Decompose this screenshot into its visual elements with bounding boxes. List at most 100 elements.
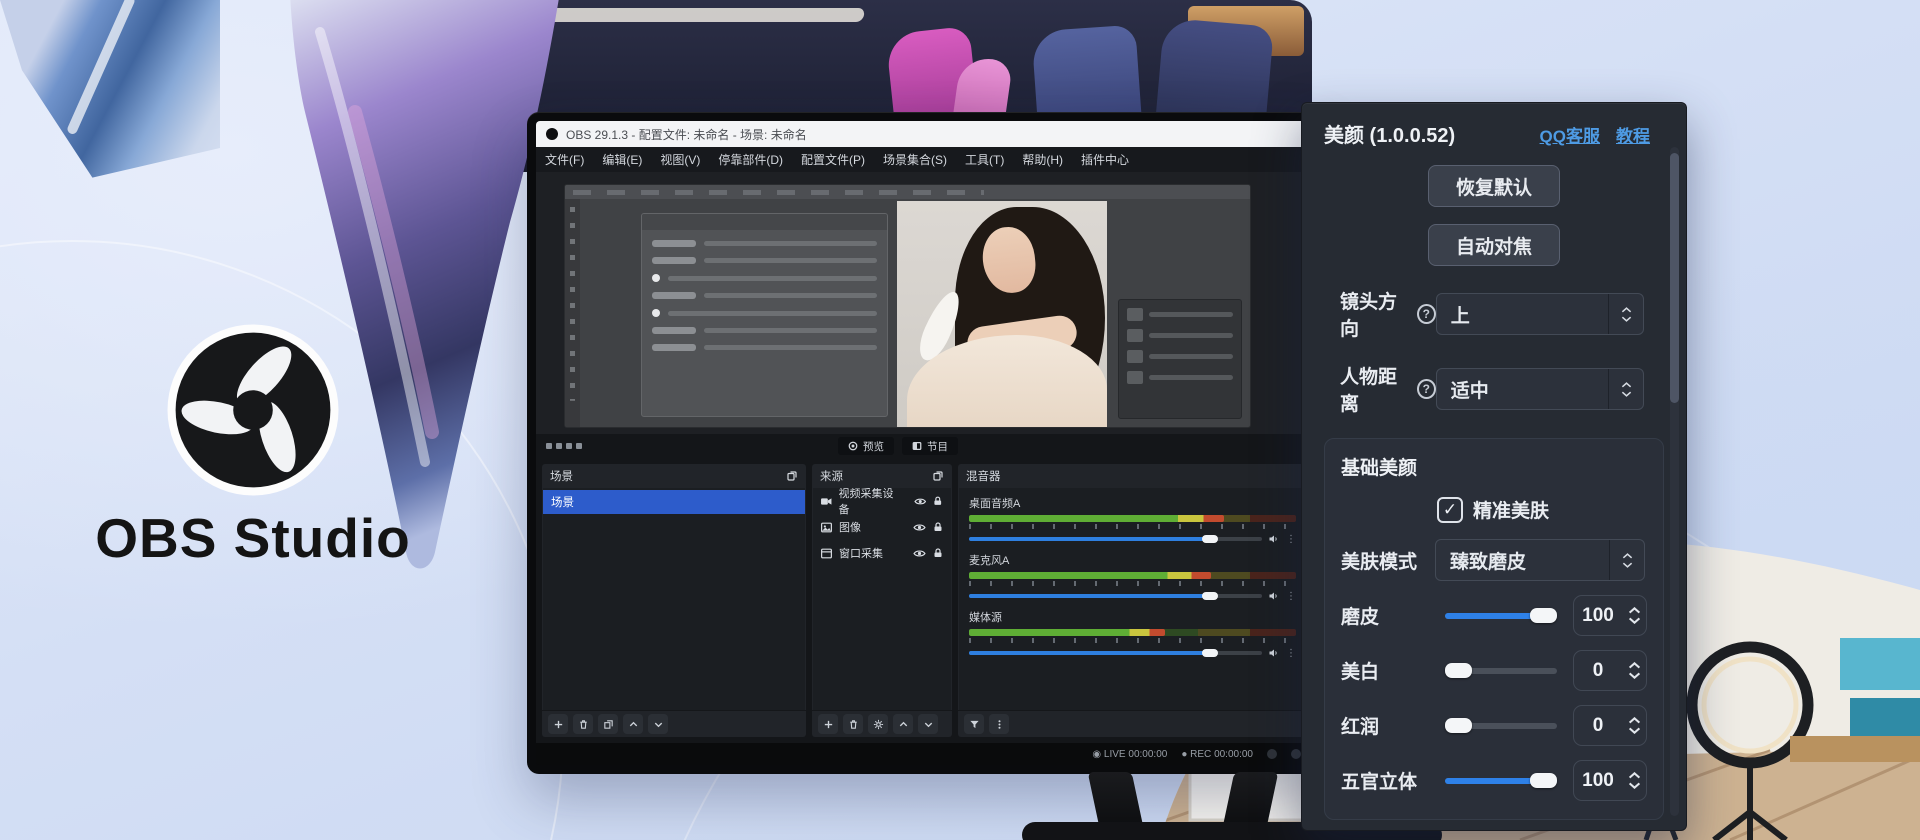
spinbox-arrows[interactable]: [1622, 706, 1646, 745]
source-row[interactable]: 视频采集设备: [813, 488, 951, 514]
slider-handle[interactable]: [1530, 773, 1557, 788]
select-spinner-icons[interactable]: [1609, 369, 1643, 409]
menu-tools[interactable]: 工具(T): [956, 151, 1013, 168]
source-row[interactable]: 窗口采集: [813, 540, 951, 566]
channel-options-icon[interactable]: ⋮: [1286, 534, 1296, 545]
monitor-screen: OBS 29.1.3 - 配置文件: 未命名 - 场景: 未命名 文件(F) 编…: [536, 121, 1313, 765]
obs-title-bar[interactable]: OBS 29.1.3 - 配置文件: 未命名 - 场景: 未命名: [536, 121, 1313, 147]
speaker-icon[interactable]: [1268, 533, 1280, 545]
meter-ticks: [969, 581, 1296, 586]
move-scene-up-button[interactable]: [623, 714, 643, 734]
basic-beauty-title: 基础美颜: [1341, 453, 1647, 480]
source-properties-button[interactable]: [868, 714, 888, 734]
move-scene-down-button[interactable]: [648, 714, 668, 734]
restore-defaults-button[interactable]: 恢复默认: [1428, 165, 1560, 207]
volume-slider[interactable]: [969, 594, 1262, 598]
duplicate-scene-button[interactable]: [598, 714, 618, 734]
obs-window-icon: [546, 128, 558, 140]
speaker-icon[interactable]: [1268, 647, 1280, 659]
obs-preview-canvas[interactable]: [536, 172, 1313, 434]
tab-program[interactable]: 节目: [902, 437, 958, 455]
menu-help[interactable]: 帮助(H): [1013, 151, 1072, 168]
precise-skin-checkbox[interactable]: ✓: [1437, 497, 1463, 523]
rosy-slider[interactable]: [1445, 718, 1557, 733]
lock-icon[interactable]: [932, 521, 944, 533]
eye-icon[interactable]: [913, 547, 926, 560]
rosy-spinbox[interactable]: 0: [1573, 705, 1647, 746]
person-distance-select[interactable]: 适中: [1436, 368, 1644, 410]
face-depth-spinbox[interactable]: 100: [1573, 760, 1647, 801]
menu-view[interactable]: 视图(V): [651, 151, 709, 168]
slider-handle[interactable]: [1445, 663, 1472, 678]
tab-preview[interactable]: 预览: [838, 437, 894, 455]
volume-slider-handle[interactable]: [1202, 649, 1218, 657]
eye-icon[interactable]: [913, 521, 926, 534]
mixer-filters-button[interactable]: [964, 714, 984, 734]
qq-support-link[interactable]: QQ客服: [1540, 122, 1600, 147]
volume-slider-handle[interactable]: [1202, 592, 1218, 600]
smoothing-spinbox[interactable]: 100: [1573, 595, 1647, 636]
copy-icon[interactable]: [786, 470, 798, 482]
menu-file[interactable]: 文件(F): [536, 151, 593, 168]
slider-handle[interactable]: [1445, 718, 1472, 733]
source-row[interactable]: 图像: [813, 514, 951, 540]
skin-mode-select[interactable]: 臻致磨皮: [1435, 539, 1645, 581]
mixer-channel-name: 桌面音频A: [969, 495, 1296, 511]
menu-scene-collection[interactable]: 场景集合(S): [874, 151, 956, 168]
dock-mini-icons: [546, 443, 582, 449]
mixer-options-button[interactable]: [989, 714, 1009, 734]
editor-settings-dialog: [641, 213, 888, 417]
funnel-icon: [969, 719, 980, 730]
image-icon: [820, 521, 833, 534]
slider-handle[interactable]: [1530, 608, 1557, 623]
camera-direction-select[interactable]: 上: [1436, 293, 1644, 335]
select-spinner-icons[interactable]: [1609, 294, 1643, 334]
lock-icon[interactable]: [932, 547, 944, 559]
panel-scrollbar[interactable]: [1670, 147, 1679, 816]
status-button[interactable]: [1291, 749, 1301, 759]
add-scene-button[interactable]: [548, 714, 568, 734]
chevron-up-icon: [1628, 772, 1641, 779]
help-icon[interactable]: ?: [1417, 379, 1436, 399]
chevron-up-icon: [1628, 662, 1641, 669]
autofocus-button[interactable]: 自动对焦: [1428, 224, 1560, 266]
volume-slider[interactable]: [969, 651, 1262, 655]
help-icon[interactable]: ?: [1417, 304, 1436, 324]
spinbox-arrows[interactable]: [1622, 596, 1646, 635]
lock-icon[interactable]: [932, 495, 944, 507]
meter-ticks: [969, 638, 1296, 643]
spinbox-arrows[interactable]: [1622, 761, 1646, 800]
scrollbar-thumb[interactable]: [1670, 153, 1679, 403]
scene-list-item-selected[interactable]: 场景: [543, 490, 805, 514]
whitening-slider[interactable]: [1445, 663, 1557, 678]
trash-icon: [578, 719, 589, 730]
tutorial-link[interactable]: 教程: [1616, 122, 1650, 147]
remove-source-button[interactable]: [843, 714, 863, 734]
volume-slider-handle[interactable]: [1202, 535, 1218, 543]
remove-scene-button[interactable]: [573, 714, 593, 734]
select-spinner-icons[interactable]: [1610, 540, 1644, 580]
obs-window: OBS 29.1.3 - 配置文件: 未命名 - 场景: 未命名 文件(F) 编…: [536, 121, 1313, 765]
channel-options-icon[interactable]: ⋮: [1286, 591, 1296, 602]
eye-icon[interactable]: [914, 495, 927, 508]
add-source-button[interactable]: [818, 714, 838, 734]
menu-plugin-center[interactable]: 插件中心: [1072, 151, 1138, 168]
menu-docks[interactable]: 停靠部件(D): [709, 151, 792, 168]
chevron-down-icon: [923, 719, 934, 730]
chevron-down-icon: [1628, 672, 1641, 679]
whitening-spinbox[interactable]: 0: [1573, 650, 1647, 691]
move-source-up-button[interactable]: [893, 714, 913, 734]
status-button[interactable]: [1267, 749, 1277, 759]
spinbox-arrows[interactable]: [1622, 651, 1646, 690]
move-source-down-button[interactable]: [918, 714, 938, 734]
mixer-channel-name: 媒体源: [969, 609, 1296, 625]
smoothing-slider[interactable]: [1445, 608, 1557, 623]
speaker-icon[interactable]: [1268, 590, 1280, 602]
face-depth-slider[interactable]: [1445, 773, 1557, 788]
menu-profile[interactable]: 配置文件(P): [792, 151, 874, 168]
copy-icon[interactable]: [932, 470, 944, 482]
camera-direction-label: 镜头方向 ?: [1340, 287, 1436, 341]
menu-edit[interactable]: 编辑(E): [593, 151, 651, 168]
volume-slider[interactable]: [969, 537, 1262, 541]
channel-options-icon[interactable]: ⋮: [1286, 648, 1296, 659]
